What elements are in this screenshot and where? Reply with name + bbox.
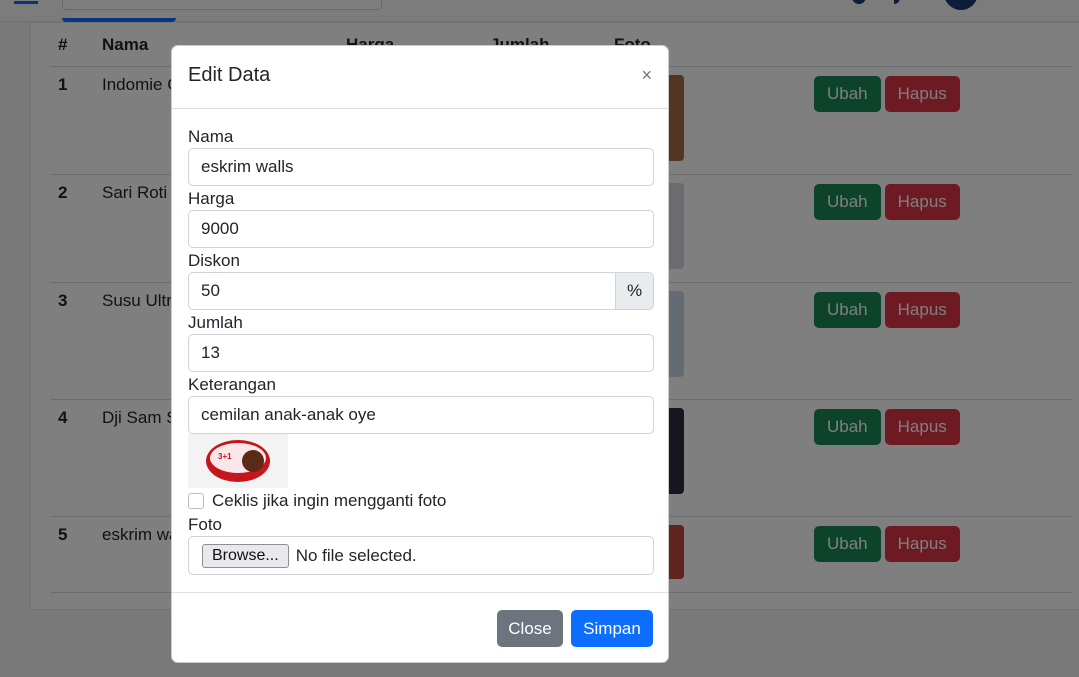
close-button[interactable]: Close bbox=[497, 610, 563, 647]
simpan-button[interactable]: Simpan bbox=[571, 610, 653, 647]
modal-title: Edit Data bbox=[188, 64, 271, 86]
file-status: No file selected. bbox=[295, 545, 417, 565]
jumlah-input[interactable] bbox=[188, 334, 654, 372]
diskon-label: Diskon bbox=[188, 251, 240, 270]
keterangan-input[interactable] bbox=[188, 396, 654, 434]
modal-header: Edit Data × bbox=[172, 46, 668, 109]
percent-suffix: % bbox=[616, 272, 654, 310]
modal-body: Nama Harga Diskon % Jumlah Keterangan 3+… bbox=[188, 126, 654, 575]
replace-photo-row: Ceklis jika ingin mengganti foto bbox=[188, 488, 654, 514]
replace-photo-label: Ceklis jika ingin mengganti foto bbox=[212, 491, 447, 510]
nama-label: Nama bbox=[188, 127, 234, 146]
diskon-input[interactable] bbox=[188, 272, 616, 310]
edit-data-modal: Edit Data × Nama Harga Diskon % Jumlah K… bbox=[171, 45, 669, 663]
keterangan-label: Keterangan bbox=[188, 375, 276, 394]
photo-preview: 3+1 bbox=[188, 434, 288, 488]
foto-label: Foto bbox=[188, 515, 223, 534]
foto-file-input[interactable]: Browse... No file selected. bbox=[188, 536, 654, 575]
harga-label: Harga bbox=[188, 189, 235, 208]
diskon-input-group: % bbox=[188, 272, 654, 310]
close-icon[interactable]: × bbox=[641, 66, 652, 84]
jumlah-label: Jumlah bbox=[188, 313, 243, 332]
nama-input[interactable] bbox=[188, 148, 654, 186]
preview-label: 3+1 bbox=[218, 452, 232, 461]
modal-footer: Close Simpan bbox=[172, 592, 668, 662]
ice-cream-scoop bbox=[242, 450, 264, 472]
harga-input[interactable] bbox=[188, 210, 654, 248]
browse-button[interactable]: Browse... bbox=[202, 543, 289, 568]
replace-photo-checkbox[interactable] bbox=[188, 493, 204, 509]
